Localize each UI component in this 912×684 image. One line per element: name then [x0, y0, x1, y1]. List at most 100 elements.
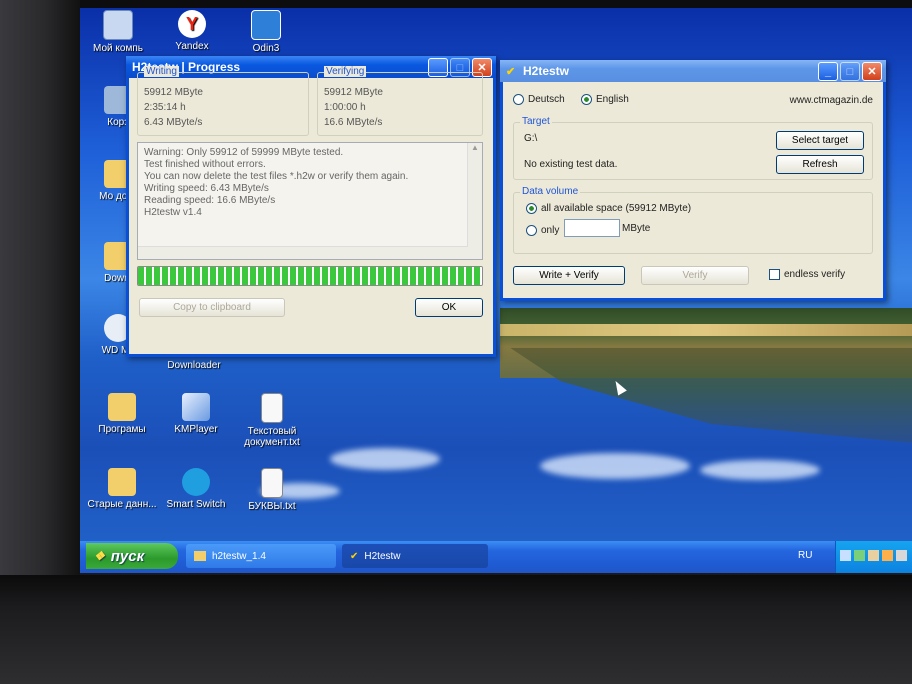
refresh-button[interactable]: Refresh: [776, 155, 864, 174]
volume-icon[interactable]: [896, 550, 907, 561]
log-line: Reading speed: 16.6 MByte/s: [144, 195, 276, 206]
desktop-icon-label: Мой компь: [93, 43, 143, 54]
data-volume-group: Data volume all available space (59912 M…: [513, 186, 873, 254]
log-scrollbar[interactable]: ▲: [467, 143, 482, 259]
close-button[interactable]: ✕: [862, 62, 882, 81]
desktop-icon-label: БУКВЫ.txt: [248, 501, 296, 512]
desktop-icon-my-computer[interactable]: Мой компь: [80, 10, 158, 54]
target-path: G:\: [524, 133, 538, 144]
log-line: H2testw v1.4: [144, 207, 202, 218]
write-verify-button[interactable]: Write + Verify: [513, 266, 625, 285]
h2testw-window: ✔ H2testw _ □ ✕ Deutsch English www.ctma…: [500, 60, 886, 301]
writing-size: 59912 MByte: [144, 87, 203, 98]
lang-english-label: English: [596, 94, 629, 105]
verifying-time: 1:00:00 h: [324, 102, 366, 113]
desktop-icon-label: Odin3: [252, 43, 280, 54]
desktop-icon-label: Downloader: [167, 360, 221, 371]
tray-app-icon[interactable]: [854, 550, 865, 561]
verify-button[interactable]: Verify: [641, 266, 749, 285]
desktop-icon-yandex[interactable]: Y Yandex: [152, 10, 232, 52]
system-tray: [835, 541, 912, 573]
text-file-icon: [261, 393, 283, 423]
checkbox-unchecked-icon: [769, 269, 780, 280]
radio-unchecked-icon: [526, 225, 537, 236]
my-computer-icon: [103, 10, 133, 40]
h2testw-window-title: H2testw: [523, 64, 570, 78]
maximize-button: □: [840, 62, 860, 81]
taskbar-item-h2testw-folder[interactable]: h2testw_1.4: [186, 544, 336, 568]
log-textarea[interactable]: Warning: Only 59912 of 59999 MByte teste…: [137, 142, 483, 260]
minimize-button[interactable]: _: [818, 62, 838, 81]
taskbar-item-h2testw[interactable]: ✔ H2testw: [342, 544, 488, 568]
log-line: Writing speed: 6.43 MByte/s: [144, 183, 269, 194]
kmplayer-icon: [182, 393, 210, 421]
folder-icon: [108, 468, 136, 496]
scroll-up-icon[interactable]: ▲: [468, 143, 482, 152]
yandex-icon: Y: [178, 10, 206, 38]
start-label: пуск: [110, 547, 145, 565]
progress-fill: [138, 267, 482, 285]
desktop-icon-programs[interactable]: Програмы: [82, 393, 162, 435]
desktop-icon-label: Програмы: [98, 424, 146, 435]
monitor-bezel-top: [80, 0, 912, 8]
option-only-label: only: [541, 225, 560, 236]
odin-icon: [251, 10, 281, 40]
desktop-icon-downloader[interactable]: Downloader: [154, 360, 234, 371]
folder-icon: [194, 551, 206, 561]
desktop-icon-label: Старые данн...: [87, 499, 157, 510]
desktop-icon-odin3[interactable]: Odin3: [226, 10, 306, 54]
verifying-speed: 16.6 MByte/s: [324, 117, 383, 128]
text-file-icon: [261, 468, 283, 498]
target-group: Target G:\ No existing test data. Select…: [513, 116, 873, 180]
h2testw-window-titlebar[interactable]: ✔ H2testw _ □ ✕: [500, 60, 886, 82]
wallpaper-shore: [500, 324, 912, 336]
desktop-icon-label: Текстовый документ.txt: [244, 426, 300, 448]
h2testw-app-icon: ✔: [350, 550, 359, 562]
smart-switch-icon: [182, 468, 210, 496]
desktop-icon-text-document[interactable]: Текстовый документ.txt: [232, 393, 312, 448]
desktop-icon-bukvy[interactable]: БУКВЫ.txt: [232, 468, 312, 512]
log-hscrollbar[interactable]: [138, 246, 468, 259]
option-all-radio[interactable]: all available space (59912 MByte): [526, 203, 691, 214]
endless-verify-label: endless verify: [784, 269, 846, 280]
monitor-bezel-bottom: [0, 575, 912, 684]
desktop-icon-label: Smart Switch: [166, 499, 226, 510]
data-volume-legend: Data volume: [520, 186, 581, 197]
website-link[interactable]: www.ctmagazin.de: [790, 95, 873, 106]
writing-speed: 6.43 MByte/s: [144, 117, 203, 128]
endless-verify-checkbox[interactable]: endless verify: [769, 269, 845, 280]
only-mbyte-input[interactable]: [564, 219, 620, 237]
desktop-icon-old-data[interactable]: Старые данн...: [82, 468, 162, 510]
ok-button[interactable]: OK: [415, 298, 483, 317]
lang-english-radio[interactable]: English: [581, 94, 629, 105]
select-target-button[interactable]: Select target: [776, 131, 864, 150]
windows-logo-icon: ❖: [94, 549, 105, 563]
start-button[interactable]: ❖ пуск: [86, 543, 178, 569]
desktop: Мой компь Y Yandex Odin3 Корз Мо доку Do…: [80, 8, 912, 573]
network-icon[interactable]: [840, 550, 851, 561]
writing-time: 2:35:14 h: [144, 102, 186, 113]
wallpaper-reflection: [510, 348, 912, 443]
lang-deutsch-radio[interactable]: Deutsch: [513, 94, 565, 105]
taskbar-item-label: h2testw_1.4: [212, 550, 266, 562]
desktop-icon-smart-switch[interactable]: Smart Switch: [156, 468, 236, 510]
target-legend: Target: [520, 116, 552, 127]
wallpaper-cloud: [330, 448, 440, 470]
language-indicator[interactable]: RU: [798, 550, 812, 561]
progress-bar: [137, 266, 483, 286]
writing-group: Writing 59912 MByte 2:35:14 h 6.43 MByte…: [137, 66, 309, 136]
verifying-size: 59912 MByte: [324, 87, 383, 98]
desktop-icon-kmplayer[interactable]: KMPlayer: [156, 393, 236, 435]
writing-legend: Writing: [144, 66, 179, 77]
security-icon[interactable]: [882, 550, 893, 561]
wallpaper-cloud: [540, 453, 690, 479]
radio-unchecked-icon: [513, 94, 524, 105]
option-only-radio[interactable]: only: [526, 225, 559, 236]
verifying-legend: Verifying: [324, 66, 367, 77]
copy-to-clipboard-button[interactable]: Copy to clipboard: [139, 298, 285, 317]
tray-app-icon[interactable]: [868, 550, 879, 561]
only-unit-label: MByte: [622, 223, 651, 234]
h2testw-app-icon: ✔: [506, 66, 516, 78]
wallpaper-cloud: [700, 460, 820, 480]
radio-checked-icon: [526, 203, 537, 214]
